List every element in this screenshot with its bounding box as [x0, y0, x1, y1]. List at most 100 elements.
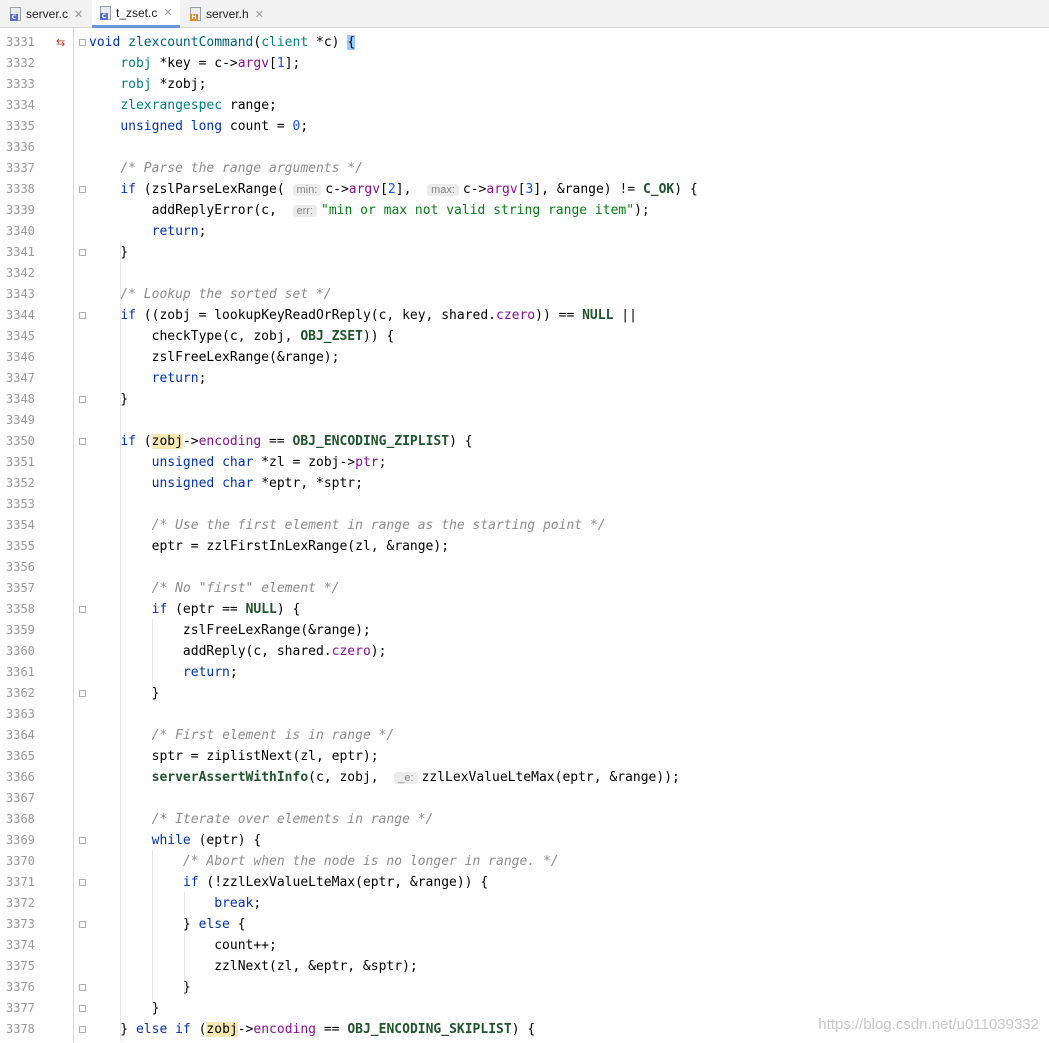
code-line: 3363 [0, 704, 1049, 725]
code-line: 3331 ⇆ void zlexcountCommand(client *c) … [0, 32, 1049, 53]
param-hint: err: [292, 205, 317, 217]
tab-t-zset-c[interactable]: C t_zset.c ✕ [92, 0, 180, 28]
code-line: 3358 if (eptr == NULL) { [0, 599, 1049, 620]
line-number: 3371 [6, 875, 35, 889]
line-number: 3368 [6, 812, 35, 826]
code-line: 3365 sptr = ziplistNext(zl, eptr); [0, 746, 1049, 767]
code-line: 3369 while (eptr) { [0, 830, 1049, 851]
fold-icon[interactable] [79, 39, 86, 46]
code-text: zslFreeLexRange(&range); [89, 350, 340, 365]
code-line: 3368 /* Iterate over elements in range *… [0, 809, 1049, 830]
line-number: 3372 [6, 896, 35, 910]
line-number: 3339 [6, 203, 35, 217]
watermark: https://blog.csdn.net/u011039332 [818, 1016, 1039, 1033]
tab-server-h[interactable]: H server.h ✕ [190, 0, 270, 28]
code-line: 3356 [0, 557, 1049, 578]
line-number: 3359 [6, 623, 35, 637]
code-line: 3357 /* No "first" element */ [0, 578, 1049, 599]
h-file-icon: H [190, 7, 201, 21]
code-text: addReplyError(c, err: "min or max not val… [89, 203, 650, 218]
line-number: 3341 [6, 245, 35, 259]
fold-icon[interactable] [79, 1005, 86, 1012]
code-text: if (eptr == NULL) { [151, 602, 301, 617]
line-number: 3369 [6, 833, 35, 847]
code-text: } [89, 1001, 160, 1016]
param-hint: _e: [394, 772, 418, 784]
line-number: 3357 [6, 581, 35, 595]
code-line: 3361 return; [0, 662, 1049, 683]
code-line: 3372 break; [0, 893, 1049, 914]
line-number: 3343 [6, 287, 35, 301]
fold-icon[interactable] [79, 1026, 86, 1033]
code-text: serverAssertWithInfo(c, zobj, _e: zzlLexV… [151, 770, 680, 785]
tab-label: t_zset.c [116, 5, 158, 20]
line-number: 3344 [6, 308, 35, 322]
fold-icon[interactable] [79, 249, 86, 256]
line-number: 3347 [6, 371, 35, 385]
line-number: 3346 [6, 350, 35, 364]
code-text: void zlexcountCommand(client *c) { [89, 35, 356, 50]
line-number: 3355 [6, 539, 35, 553]
line-number: 3356 [6, 560, 35, 574]
code-line: 3349 [0, 410, 1049, 431]
code-line: 3342 [0, 263, 1049, 284]
close-icon[interactable]: ✕ [255, 8, 264, 21]
tab-label: server.h [206, 7, 249, 21]
code-text: } [89, 245, 129, 260]
code-line: 3337 /* Parse the range arguments */ [0, 158, 1049, 179]
tab-label: server.c [26, 7, 69, 21]
editor-tab-bar: C server.c ✕ C t_zset.c ✕ H server.h ✕ [0, 0, 1049, 28]
code-line: 3334 zlexrangespec range; [0, 95, 1049, 116]
fold-icon[interactable] [79, 606, 86, 613]
close-icon[interactable]: ✕ [74, 8, 83, 21]
param-hint: min: [292, 184, 322, 196]
line-number: 3370 [6, 854, 35, 868]
code-line: 3332 robj *key = c->argv[1]; [0, 53, 1049, 74]
code-line: 3366 serverAssertWithInfo(c, zobj, _e: zz… [0, 767, 1049, 788]
fold-icon[interactable] [79, 921, 86, 928]
code-line: 3341 } [0, 242, 1049, 263]
code-text: sptr = ziplistNext(zl, eptr); [89, 749, 379, 764]
code-line: 3348 } [0, 389, 1049, 410]
code-line: 3338 if (zslParseLexRange( min: c->argv[2… [0, 179, 1049, 200]
line-number: 3334 [6, 98, 35, 112]
line-number: 3332 [6, 56, 35, 70]
line-number: 3374 [6, 938, 35, 952]
c-file-icon: C [10, 7, 21, 21]
fold-icon[interactable] [79, 837, 86, 844]
code-line: 3354 /* Use the first element in range a… [0, 515, 1049, 536]
fold-icon[interactable] [79, 396, 86, 403]
code-line: 3333 robj *zobj; [0, 74, 1049, 95]
code-text: if (!zzlLexValueLteMax(eptr, &range)) { [182, 875, 489, 890]
line-number: 3338 [6, 182, 35, 196]
code-line: 3364 /* First element is in range */ [0, 725, 1049, 746]
code-text: /* Use the first element in range as the… [151, 518, 606, 533]
fold-icon[interactable] [79, 690, 86, 697]
code-line: 3376 } [0, 977, 1049, 998]
fold-icon[interactable] [79, 186, 86, 193]
code-text: return; [151, 371, 207, 386]
code-text: while (eptr) { [151, 833, 262, 848]
code-line: 3371 if (!zzlLexValueLteMax(eptr, &range… [0, 872, 1049, 893]
code-text: robj *zobj; [120, 77, 207, 92]
line-number: 3352 [6, 476, 35, 490]
code-text: } [89, 686, 160, 701]
line-number: 3364 [6, 728, 35, 742]
code-text: eptr = zzlFirstInLexRange(zl, &range); [89, 539, 450, 554]
close-icon[interactable]: ✕ [163, 6, 172, 19]
code-line: 3359 zslFreeLexRange(&range); [0, 620, 1049, 641]
fold-icon[interactable] [79, 879, 86, 886]
code-text: robj *key = c->argv[1]; [120, 56, 301, 71]
code-text: break; [214, 896, 262, 911]
fold-icon[interactable] [79, 438, 86, 445]
tab-server-c[interactable]: C server.c ✕ [10, 0, 90, 28]
fold-icon[interactable] [79, 312, 86, 319]
code-text: return; [182, 665, 238, 680]
code-text: unsigned long count = 0; [120, 119, 309, 134]
recursion-icon[interactable]: ⇆ [56, 32, 65, 53]
fold-icon[interactable] [79, 984, 86, 991]
line-number: 3336 [6, 140, 35, 154]
code-text: zlexrangespec range; [120, 98, 277, 113]
code-text: count++; [89, 938, 277, 953]
line-number: 3337 [6, 161, 35, 175]
